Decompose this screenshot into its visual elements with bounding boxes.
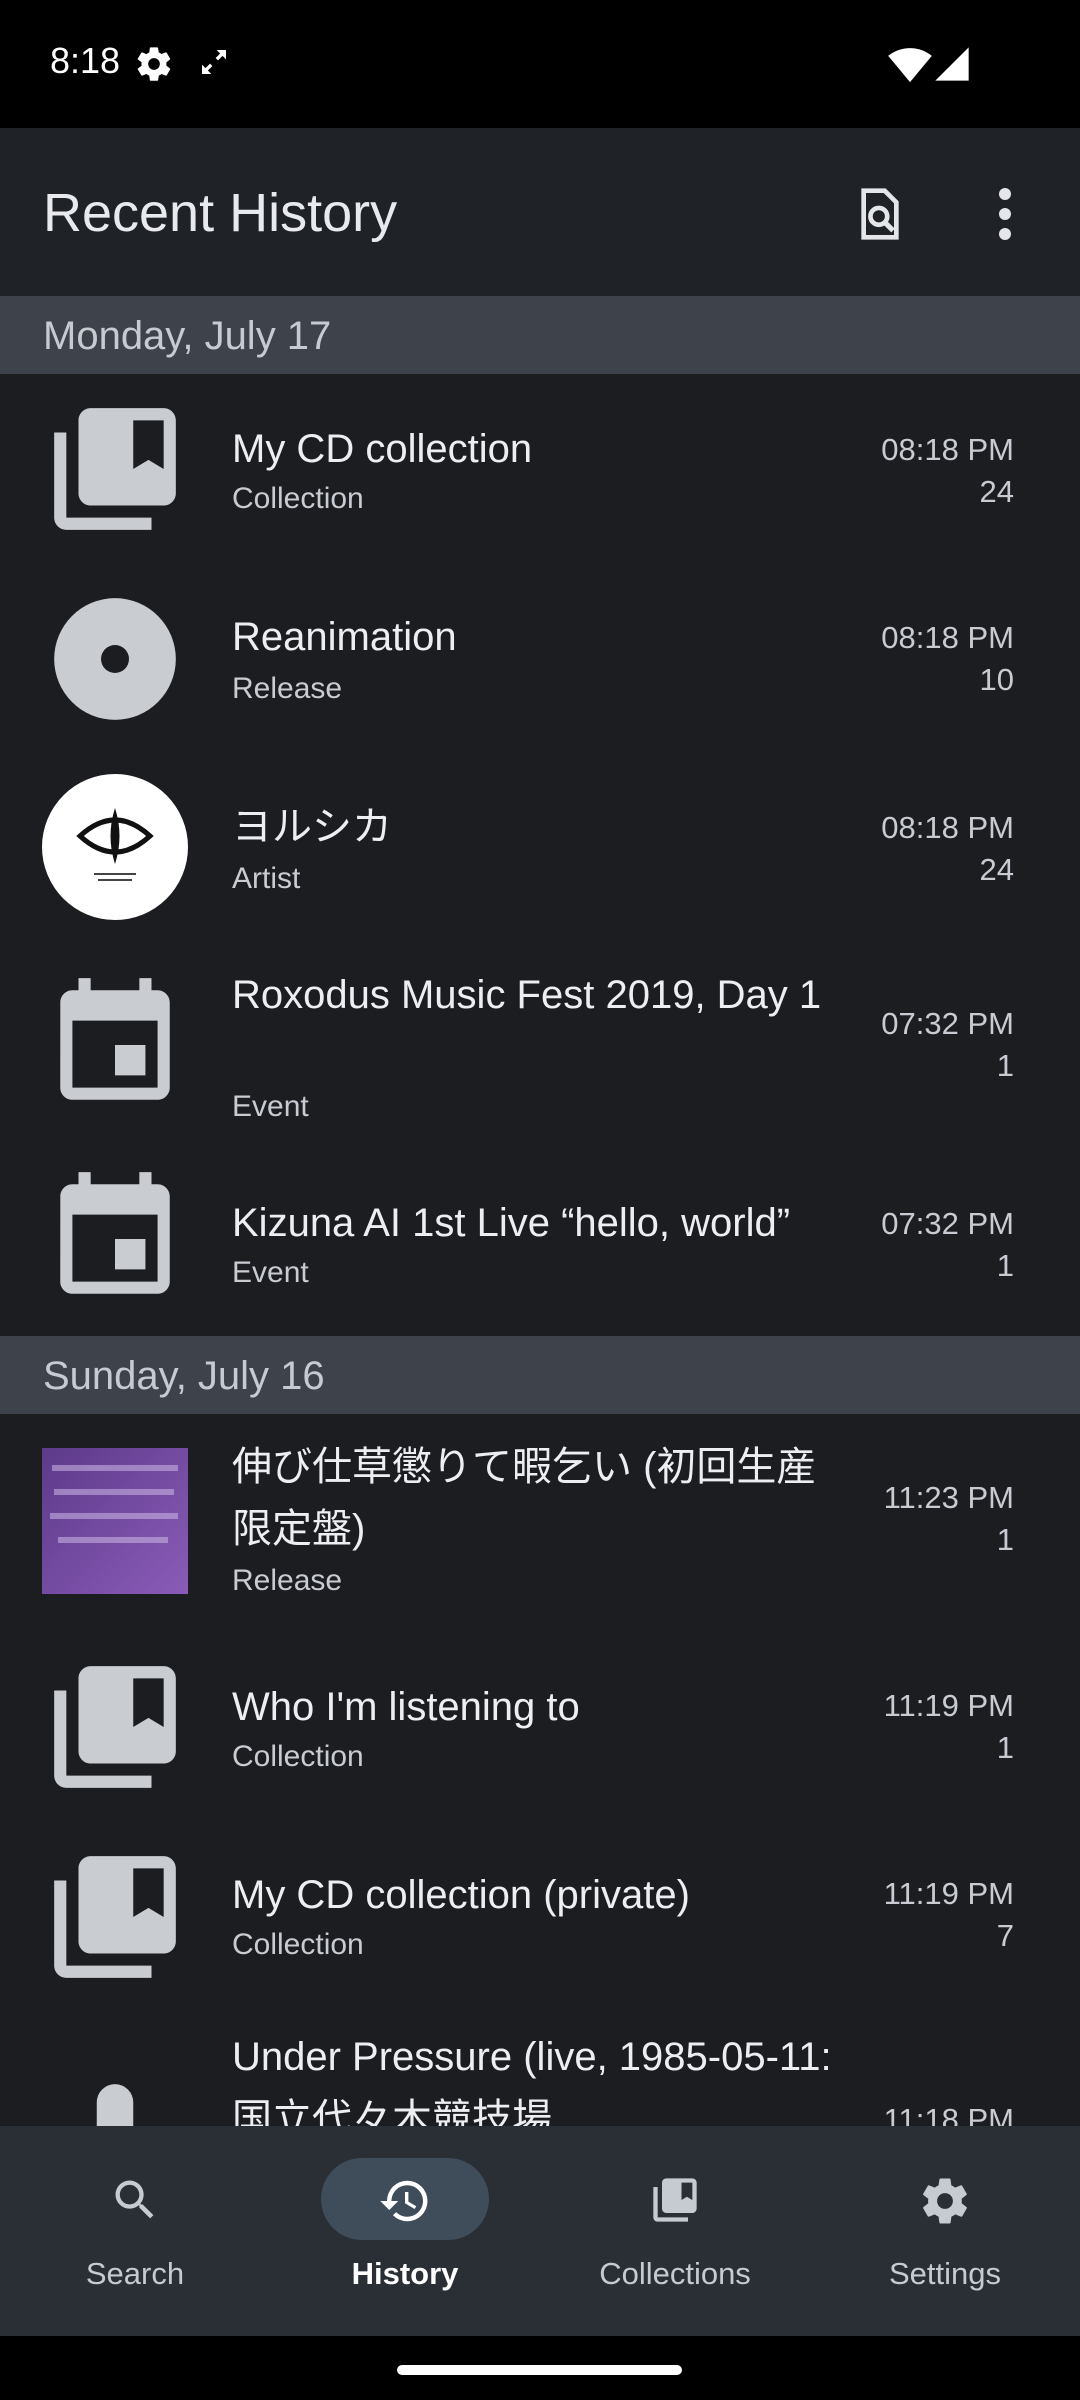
search-icon — [115, 2180, 154, 2219]
item-type: Artist — [232, 862, 301, 895]
nav-history[interactable]: History — [270, 2126, 540, 2336]
event-icon — [60, 1172, 170, 1294]
item-count: 1 — [996, 1248, 1014, 1283]
item-title: Kizuna AI 1st Live “hello, world” — [232, 1201, 791, 1245]
nav-history-label: History — [351, 2256, 459, 2291]
gear-icon — [923, 2178, 967, 2224]
nav-settings[interactable]: Settings — [810, 2126, 1080, 2336]
item-count: 10 — [979, 662, 1014, 697]
recording-icon — [96, 2084, 134, 2126]
item-title: Who I'm listening to — [232, 1685, 580, 1729]
section-header: Sunday, July 16 — [0, 1336, 1080, 1414]
item-time: 08:18 PM — [881, 432, 1014, 467]
nav-collections-label: Collections — [599, 2256, 751, 2291]
nav-settings-label: Settings — [888, 2256, 1001, 2291]
item-time: 07:32 PM — [881, 1206, 1014, 1241]
item-count: 7 — [996, 1918, 1014, 1953]
item-time: 08:18 PM — [881, 620, 1014, 655]
collections-icon — [653, 2178, 697, 2222]
item-time: 08:18 PM — [881, 810, 1014, 845]
item-title: Under Pressure (live, 1985-05-11: 国立代々木競… — [232, 2035, 832, 2126]
item-title: Roxodus Music Fest 2019, Day 1 — [232, 973, 822, 1017]
section-header: Monday, July 17 — [0, 296, 1080, 374]
list-item[interactable]: ヨルシカ Artist 08:18 PM 24 — [0, 754, 1080, 944]
wifi-icon — [888, 48, 932, 83]
list-item[interactable]: Roxodus Music Fest 2019, Day 1 Event 07:… — [0, 944, 1080, 1140]
status-bar: 8:18 — [0, 0, 1080, 128]
item-type: Collection — [232, 1740, 364, 1773]
item-count: 1 — [996, 1730, 1014, 1765]
section-date: Monday, July 17 — [43, 314, 332, 358]
list-item[interactable]: Who I'm listening to Collection 11:19 PM… — [0, 1632, 1080, 1822]
event-icon — [60, 978, 170, 1100]
item-count: 1 — [996, 1048, 1014, 1083]
item-type: Event — [232, 1090, 309, 1123]
list-item[interactable]: 伸び仕草懲りて暇乞い (初回生産限定盤) Release 11:23 PM 1 — [0, 1414, 1080, 1632]
item-count: 1 — [996, 1522, 1014, 1557]
signal-icon — [935, 47, 969, 81]
item-title: ヨルシカ — [232, 805, 392, 849]
item-time: 11:19 PM — [883, 1876, 1014, 1911]
status-time: 8:18 — [50, 40, 121, 81]
search-in-page-icon[interactable] — [852, 186, 908, 242]
gesture-bar — [0, 2336, 1080, 2400]
app-bar: Recent History — [0, 128, 1080, 296]
item-time: 11:18 PM — [883, 2102, 1014, 2126]
nav-collections[interactable]: Collections — [540, 2126, 810, 2336]
item-title: My CD collection (private) — [232, 1873, 690, 1917]
page-title: Recent History — [43, 183, 398, 243]
list-item[interactable]: My CD collection (private) Collection 11… — [0, 1822, 1080, 2012]
list-item[interactable]: My CD collection Collection 08:18 PM 24 — [0, 374, 1080, 564]
home-gesture-handle[interactable] — [397, 2365, 682, 2375]
item-type: Release — [232, 672, 343, 705]
item-type: Collection — [232, 482, 364, 515]
collection-icon — [54, 408, 176, 530]
item-type: Release — [232, 1564, 343, 1597]
item-count: 24 — [979, 852, 1014, 887]
item-title: My CD collection — [232, 427, 533, 471]
list-item[interactable]: Under Pressure (live, 1985-05-11: 国立代々木競… — [0, 2012, 1080, 2126]
list-item[interactable]: Kizuna AI 1st Live “hello, world” Event … — [0, 1140, 1080, 1336]
item-type: Collection — [232, 1928, 364, 1961]
item-type: Event — [232, 1256, 309, 1289]
item-time: 11:23 PM — [883, 1480, 1014, 1515]
section-date: Sunday, July 16 — [43, 1354, 325, 1398]
history-icon — [380, 2180, 428, 2222]
nav-search-label: Search — [85, 2256, 185, 2291]
nav-search[interactable]: Search — [0, 2126, 270, 2336]
item-title: Reanimation — [232, 615, 457, 659]
item-time: 11:19 PM — [883, 1688, 1014, 1723]
more-options-icon[interactable] — [990, 186, 1020, 242]
item-count: 24 — [979, 474, 1014, 509]
bottom-navigation: Search History Collections Settings — [0, 2126, 1080, 2336]
artist-logo — [42, 774, 188, 920]
item-title: 伸び仕草懲りて暇乞い (初回生産限定盤) — [232, 1445, 817, 1551]
list-item[interactable]: Reanimation Release 08:18 PM 10 — [0, 564, 1080, 754]
disc-icon — [54, 598, 176, 720]
expand-arrows-icon — [202, 50, 226, 74]
settings-status-icon — [137, 47, 171, 81]
collection-icon — [54, 1856, 176, 1978]
album-cover — [42, 1448, 188, 1594]
item-time: 07:32 PM — [881, 1006, 1014, 1041]
collection-icon — [54, 1666, 176, 1788]
